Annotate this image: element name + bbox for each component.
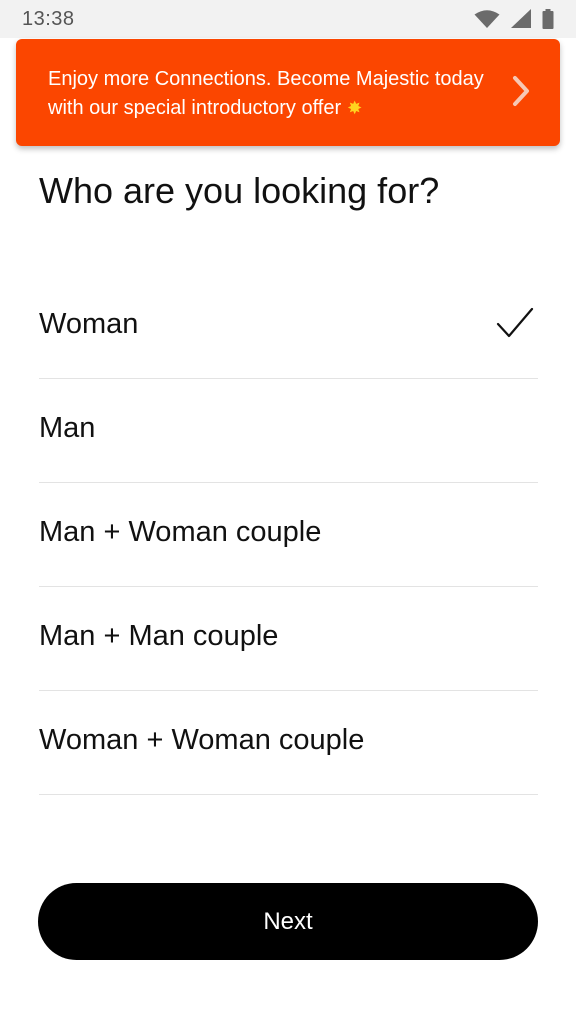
option-woman[interactable]: Woman xyxy=(39,275,538,379)
promo-message: Enjoy more Connections. Become Majestic … xyxy=(48,68,484,119)
option-man-woman-couple[interactable]: Man + Woman couple xyxy=(39,483,538,587)
option-woman-woman-couple[interactable]: Woman + Woman couple xyxy=(39,691,538,795)
option-label: Man + Man couple xyxy=(39,620,279,652)
screen: 13:38 Enjoy more Connections. Become Maj… xyxy=(0,0,576,1024)
status-bar: 13:38 xyxy=(0,0,576,38)
option-label: Woman xyxy=(39,308,139,340)
sparkle-icon: ✸ xyxy=(347,98,363,118)
options-list: Woman Man Man + Woman couple Man + Man c… xyxy=(39,275,538,795)
option-label: Man + Woman couple xyxy=(39,516,322,548)
wifi-icon xyxy=(474,9,500,29)
option-man-man-couple[interactable]: Man + Man couple xyxy=(39,587,538,691)
promo-banner[interactable]: Enjoy more Connections. Become Majestic … xyxy=(16,39,560,146)
check-icon xyxy=(496,307,534,344)
option-label: Woman + Woman couple xyxy=(39,724,365,756)
chevron-right-icon[interactable] xyxy=(512,75,530,112)
status-icons xyxy=(474,9,554,29)
status-time: 13:38 xyxy=(22,8,75,30)
option-man[interactable]: Man xyxy=(39,379,538,483)
page-title: Who are you looking for? xyxy=(39,170,440,211)
promo-text: Enjoy more Connections. Become Majestic … xyxy=(48,65,488,123)
option-label: Man xyxy=(39,412,96,444)
battery-icon xyxy=(542,9,554,29)
cell-signal-icon xyxy=(510,9,532,29)
next-button[interactable]: Next xyxy=(38,883,538,960)
